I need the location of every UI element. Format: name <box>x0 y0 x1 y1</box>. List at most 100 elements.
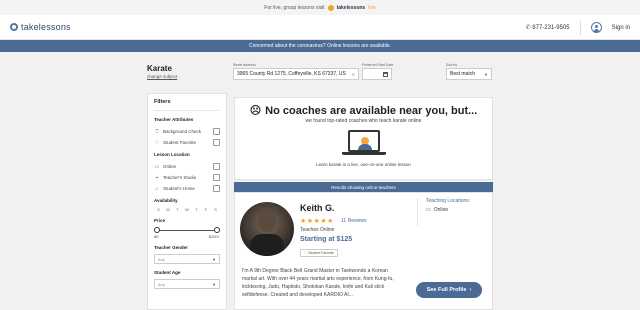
address-input[interactable]: 3965 County Rd 1275, Coffeyville, KS 673… <box>233 68 359 80</box>
site-logo[interactable]: takelessons <box>10 22 71 32</box>
price-min: $0 <box>154 234 159 239</box>
filter-label: Teacher's Studio <box>163 175 197 180</box>
day-toggle[interactable]: T <box>173 207 182 212</box>
filter-label: Background Check <box>163 129 202 134</box>
teacher-card[interactable]: Keith G. ★★★★★ 11 Reviews Teaches Online… <box>234 192 493 310</box>
phone-icon: ✆ <box>525 25 531 31</box>
search-row: Karate change subject Street address 396… <box>0 62 640 92</box>
address-value: 3965 County Rd 1275, Coffeyville, KS 673… <box>237 71 346 77</box>
promo-bar: For live, group lessons visit takelesson… <box>0 0 640 15</box>
day-toggle[interactable]: S <box>211 207 220 212</box>
lesson-location-heading: Lesson Location <box>154 152 190 157</box>
teacher-bio: I'm A 9th Degree Black Belt Grand Master… <box>242 268 394 298</box>
day-toggle[interactable]: W <box>183 207 192 212</box>
heart-icon: ♡ <box>154 139 160 146</box>
price-heading: Price <box>154 218 166 223</box>
promo-link[interactable]: live <box>368 5 376 11</box>
filter-background-check[interactable]: ⛉ Background Check <box>154 126 220 137</box>
shield-icon: ⛉ <box>155 128 159 135</box>
teaches-online-text: Teaches Online <box>300 227 335 233</box>
subject-block: Karate change subject <box>147 64 177 79</box>
sort-select[interactable]: Best match ▼ <box>446 68 492 80</box>
results-bar: Results showing online teachers <box>234 182 493 192</box>
signin-link[interactable]: Sign in <box>612 25 630 31</box>
starting-price: Starting at $125 <box>300 236 353 243</box>
sad-face-icon: ☹ <box>249 105 262 117</box>
laptop-base <box>341 152 386 155</box>
start-date-input[interactable] <box>362 68 392 80</box>
age-select[interactable]: Any ▼ <box>154 279 220 289</box>
gender-select[interactable]: Any ▼ <box>154 254 220 264</box>
age-value: Any <box>158 281 165 287</box>
button-label: See Full Profile <box>426 287 467 293</box>
availability-heading: Availability <box>154 198 178 203</box>
location-pin-icon: ⌖ <box>155 174 159 181</box>
day-toggle[interactable]: S <box>154 207 163 212</box>
checkbox[interactable] <box>213 174 220 181</box>
slider-track <box>156 229 218 231</box>
arrow-right-icon: › <box>469 287 472 293</box>
filters-panel: Filters Teacher Attributes ⛉ Background C… <box>147 93 227 310</box>
day-toggle[interactable]: M <box>164 207 173 212</box>
header-actions: ✆ 877-231-9505 Sign in <box>526 15 630 40</box>
filter-student-favorite[interactable]: ♡ Student Favorite <box>154 137 220 148</box>
filter-teachers-studio[interactable]: ⌖ Teacher's Studio <box>154 172 220 183</box>
day-toggle[interactable]: F <box>202 207 211 212</box>
teacher-avatar[interactable] <box>240 202 294 256</box>
student-age-heading: Student Age <box>154 270 181 275</box>
laptop-screen <box>347 130 380 152</box>
monitor-icon: ▭ <box>154 163 160 170</box>
checkbox[interactable] <box>213 128 220 135</box>
teacher-attributes-heading: Teacher Attributes <box>154 117 194 122</box>
student-favorite-badge: ♡ Student Favorite <box>300 249 338 257</box>
price-range: $0 $200+ <box>154 234 220 239</box>
brand-dot-icon <box>327 4 334 11</box>
promo-brand: takelessons <box>336 4 366 11</box>
change-subject-link[interactable]: change subject <box>147 74 177 79</box>
day-toggle[interactable]: T <box>192 207 201 212</box>
filters-title: Filters <box>154 99 220 111</box>
filter-students-home[interactable]: ⌂ Student's Home <box>154 183 220 194</box>
filter-label: Student Favorite <box>163 140 197 145</box>
teacher-name[interactable]: Keith G. <box>300 203 335 213</box>
learn-online-text: Learn karate in a live, one-on-one onlin… <box>316 162 411 167</box>
filter-label: Student's Home <box>163 186 195 191</box>
sort-label: Sort by <box>446 63 458 67</box>
availability-days: S M T W T F S <box>154 207 220 212</box>
phone-text: 877-231-9505 <box>532 25 570 31</box>
calendar-icon <box>383 72 388 77</box>
clear-icon[interactable]: ✕ <box>352 72 355 77</box>
see-full-profile-button[interactable]: See Full Profile › <box>416 282 482 298</box>
site-header: takelessons ✆ 877-231-9505 Sign in <box>0 15 640 40</box>
gender-value: Any <box>158 256 165 262</box>
phone-number[interactable]: ✆ 877-231-9505 <box>526 24 570 31</box>
sort-value: Best match <box>450 71 476 77</box>
headline-text: No coaches are available near you, but..… <box>265 104 478 117</box>
checkbox[interactable] <box>213 139 220 146</box>
user-icon[interactable] <box>590 22 602 33</box>
rating-stars-icon: ★★★★★ <box>300 218 334 225</box>
chevron-down-icon: ▼ <box>484 71 488 77</box>
filter-label: Online <box>163 164 177 169</box>
slider-max-handle[interactable] <box>214 227 220 233</box>
chevron-down-icon: ▼ <box>212 256 216 262</box>
logo-text: takelessons <box>21 22 71 32</box>
header-divider <box>579 20 581 35</box>
promo-text: For live, group lessons visit <box>264 4 325 11</box>
chevron-down-icon: ▼ <box>212 281 216 287</box>
home-icon: ⌂ <box>155 185 159 192</box>
price-slider[interactable] <box>154 227 220 233</box>
checkbox[interactable] <box>213 185 220 192</box>
slider-min-handle[interactable] <box>154 227 160 233</box>
teaching-locations: Teaching Locations: ▭ Online <box>417 198 470 226</box>
teaching-locations-title: Teaching Locations: <box>426 198 471 204</box>
online-coaches-subtitle: we found top-rated coaches who teach kar… <box>305 118 422 124</box>
reviews-link[interactable]: 11 Reviews <box>341 218 366 224</box>
coronavirus-notice[interactable]: Concerned about the coronavirus? Online … <box>0 40 640 52</box>
no-coaches-card: ☹ No coaches are available near you, but… <box>234 97 493 180</box>
checkbox[interactable] <box>213 163 220 170</box>
price-max: $200+ <box>208 234 220 239</box>
person-body <box>357 144 372 150</box>
filter-online[interactable]: ▭ Online <box>154 161 220 172</box>
gender-heading: Teacher Gender <box>154 245 188 250</box>
